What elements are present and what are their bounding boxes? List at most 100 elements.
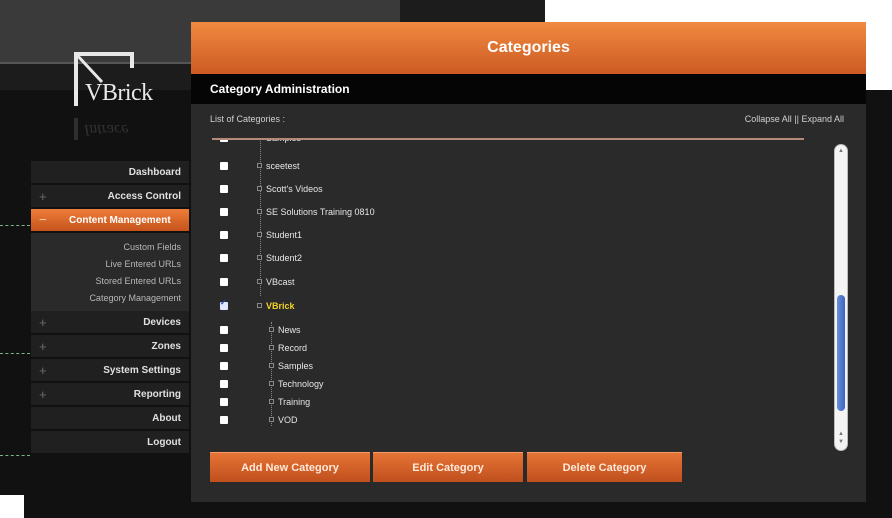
tree-node-icon bbox=[269, 327, 274, 332]
actions-separator: || bbox=[794, 114, 799, 124]
category-label[interactable]: Student1 bbox=[266, 229, 302, 242]
category-checkbox[interactable] bbox=[220, 362, 228, 370]
category-checkbox[interactable] bbox=[220, 416, 228, 424]
add-new-category-button[interactable]: Add New Category bbox=[210, 452, 370, 482]
plus-icon: + bbox=[39, 315, 47, 330]
category-label[interactable]: VBrick bbox=[266, 300, 295, 313]
category-row: Training bbox=[191, 396, 811, 410]
tree-node-icon bbox=[257, 279, 262, 284]
submenu-item-live-entered-urls[interactable]: Live Entered URLs bbox=[31, 256, 189, 273]
category-checkbox[interactable] bbox=[220, 380, 228, 388]
category-row: VBrick bbox=[191, 298, 811, 314]
tree-node-icon bbox=[269, 399, 274, 404]
category-checkbox[interactable] bbox=[220, 140, 228, 142]
tree-node-icon bbox=[257, 303, 262, 308]
category-checkbox[interactable] bbox=[220, 162, 228, 170]
sidebar-item-label: Logout bbox=[147, 436, 181, 448]
logo-text: VBrick bbox=[85, 80, 153, 106]
plus-icon: + bbox=[39, 189, 47, 204]
category-label[interactable]: News bbox=[278, 324, 301, 337]
category-row: Scott's Videos bbox=[191, 183, 811, 197]
category-row: VBcast bbox=[191, 276, 811, 290]
scroll-down-icon[interactable]: ▼ bbox=[838, 439, 844, 445]
sidebar-item-label: System Settings bbox=[103, 364, 181, 376]
delete-category-button[interactable]: Delete Category bbox=[527, 452, 682, 482]
category-checkbox[interactable] bbox=[220, 344, 228, 352]
panel-title: Categories bbox=[191, 22, 866, 74]
list-label: List of Categories : bbox=[210, 114, 286, 124]
tree-node-icon bbox=[269, 417, 274, 422]
tree-node-icon bbox=[257, 186, 262, 191]
sidebar-item-label: Dashboard bbox=[128, 166, 181, 178]
sidebar-item-reporting[interactable]: + Reporting bbox=[31, 383, 189, 407]
category-label[interactable]: Training bbox=[278, 396, 310, 409]
sidebar-item-dashboard[interactable]: Dashboard bbox=[31, 161, 189, 185]
sidebar-item-devices[interactable]: + Devices bbox=[31, 311, 189, 335]
backdrop-white-corner bbox=[545, 0, 892, 16]
sidebar-nav: Dashboard + Access Control − Content Man… bbox=[31, 161, 189, 455]
sidebar-item-label: Reporting bbox=[133, 388, 181, 400]
scroll-up-icon[interactable]: ▲ bbox=[838, 148, 844, 154]
sidebar-item-label: Access Control bbox=[107, 190, 181, 202]
categories-panel: Categories Category Administration List … bbox=[191, 22, 866, 502]
category-label[interactable]: sceetest bbox=[266, 160, 300, 173]
category-checkbox[interactable] bbox=[220, 398, 228, 406]
submenu-item-stored-entered-urls[interactable]: Stored Entered URLs bbox=[31, 273, 189, 290]
tree-node-icon bbox=[257, 232, 262, 237]
minus-icon: − bbox=[39, 212, 47, 227]
content-management-submenu: Custom Fields Live Entered URLs Stored E… bbox=[31, 233, 189, 311]
category-label[interactable]: Samples bbox=[266, 140, 301, 145]
category-checkbox[interactable] bbox=[220, 278, 228, 286]
category-checkbox[interactable] bbox=[220, 326, 228, 334]
category-checkbox[interactable] bbox=[220, 298, 228, 310]
category-label[interactable]: Scott's Videos bbox=[266, 183, 323, 196]
collapse-all-link[interactable]: Collapse All bbox=[745, 114, 792, 124]
category-row: Technology bbox=[191, 378, 811, 392]
category-label[interactable]: SE Solutions Training 0810 bbox=[266, 206, 375, 219]
category-label[interactable]: Record bbox=[278, 342, 307, 355]
category-row: sceetest bbox=[191, 160, 811, 174]
vbrick-logo: VBrick Intrace bbox=[62, 48, 162, 148]
scrollbar-thumb[interactable] bbox=[837, 295, 845, 411]
edit-category-button[interactable]: Edit Category bbox=[373, 452, 523, 482]
submenu-item-category-management[interactable]: Category Management bbox=[31, 290, 189, 307]
callout-line bbox=[0, 353, 30, 354]
list-toolbar: List of Categories : Collapse All || Exp… bbox=[191, 104, 866, 134]
category-label[interactable]: Student2 bbox=[266, 252, 302, 265]
category-row: Samples bbox=[191, 360, 811, 374]
sidebar-item-system-settings[interactable]: + System Settings bbox=[31, 359, 189, 383]
tree-node-icon bbox=[269, 381, 274, 386]
plus-icon: + bbox=[39, 363, 47, 378]
sidebar-item-zones[interactable]: + Zones bbox=[31, 335, 189, 359]
tree-actions: Collapse All || Expand All bbox=[745, 114, 844, 124]
category-row: Student2 bbox=[191, 252, 811, 266]
panel-subtitle: Category Administration bbox=[191, 74, 866, 104]
sidebar-item-label: About bbox=[152, 412, 181, 424]
category-row: VOD bbox=[191, 414, 811, 428]
category-label[interactable]: Technology bbox=[278, 378, 324, 391]
category-row: Student1 bbox=[191, 229, 811, 243]
category-checkbox[interactable] bbox=[220, 185, 228, 193]
category-label[interactable]: VOD bbox=[278, 414, 298, 427]
sidebar-item-label: Devices bbox=[143, 316, 181, 328]
category-checkbox[interactable] bbox=[220, 254, 228, 262]
expand-all-link[interactable]: Expand All bbox=[801, 114, 844, 124]
category-checkbox[interactable] bbox=[220, 231, 228, 239]
category-row: SE Solutions Training 0810 bbox=[191, 206, 811, 220]
category-label[interactable]: Samples bbox=[278, 360, 313, 373]
category-row: News bbox=[191, 324, 811, 338]
category-tree: Samples sceetest Scott's Videos SE Solution… bbox=[191, 140, 831, 446]
category-label[interactable]: VBcast bbox=[266, 276, 295, 289]
sidebar-item-about[interactable]: About bbox=[31, 407, 189, 431]
plus-icon: + bbox=[39, 339, 47, 354]
tree-node-icon bbox=[257, 163, 262, 168]
plus-icon: + bbox=[39, 387, 47, 402]
sidebar-item-logout[interactable]: Logout bbox=[31, 431, 189, 455]
sidebar-item-content-management[interactable]: − Content Management bbox=[31, 209, 189, 233]
category-checkbox[interactable] bbox=[220, 208, 228, 216]
callout-line bbox=[0, 455, 30, 456]
category-list-scrollbar[interactable]: ▲ ▲ ▼ bbox=[834, 144, 848, 451]
submenu-item-custom-fields[interactable]: Custom Fields bbox=[31, 239, 189, 256]
sidebar-item-access-control[interactable]: + Access Control bbox=[31, 185, 189, 209]
scroll-up-icon[interactable]: ▲ bbox=[838, 431, 844, 437]
